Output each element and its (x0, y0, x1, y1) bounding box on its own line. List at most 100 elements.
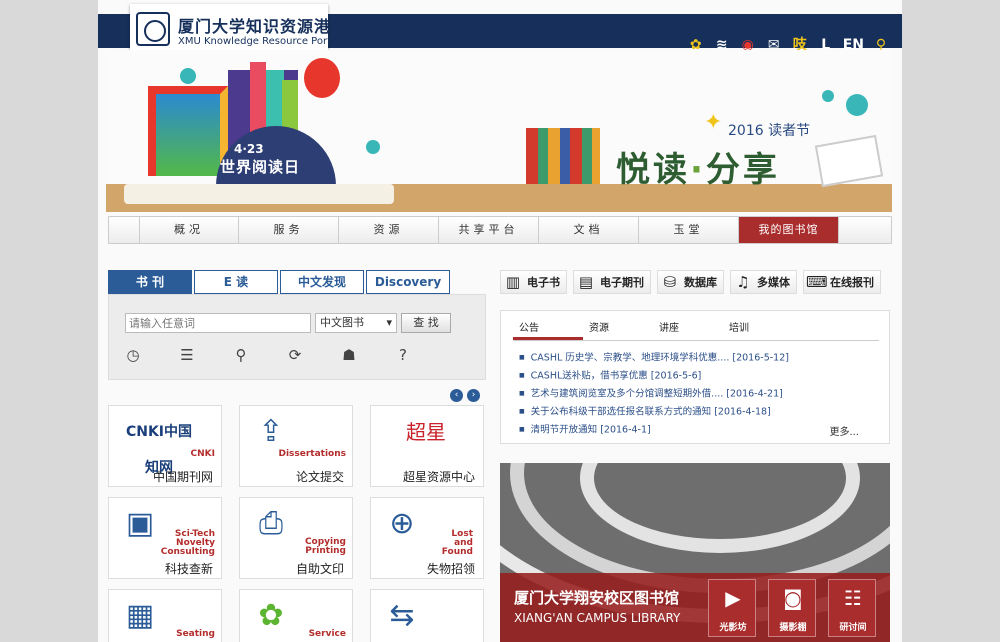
site-logo[interactable]: 厦门大学知识资源港 XMU Knowledge Resource Portal (130, 4, 340, 56)
list-icon[interactable]: ☰ (179, 347, 195, 363)
tab-resources[interactable]: 资源 (583, 321, 653, 340)
notice-item[interactable]: CASHL送补贴，借书享优惠 [2016-5-6] (519, 367, 879, 385)
nav-item-documents[interactable]: 文档 (539, 217, 639, 243)
campus-photo[interactable]: 厦门大学翔安校区图书馆 XIANG'AN CAMPUS LIBRARY ▶ 光影坊… (500, 463, 890, 642)
service-tile-en: CNKI (190, 449, 215, 459)
search-input[interactable] (125, 313, 311, 333)
banner-event: 世界阅读日 (220, 158, 301, 176)
notice-item[interactable]: CASHL 历史学、宗教学、地理环境学科优惠.... [2016-5-12] (519, 349, 879, 367)
service-tile-lost-found[interactable]: ⊕ Lost and Found 失物招领 (370, 497, 484, 579)
search-button[interactable]: 查 找 (401, 313, 451, 333)
service-tile-en: Service (308, 629, 346, 639)
service-tile-en: Lost and Found (441, 529, 473, 557)
service-tile-vpn[interactable]: ⇆ (370, 589, 484, 642)
service-tile-printing[interactable]: ⎙ Copying Printing 自助文印 (239, 497, 353, 579)
prev-arrow-icon[interactable]: ‹ (450, 389, 463, 402)
notebook-illustration (814, 134, 884, 188)
resource-ejournals[interactable]: ▤ 电子期刊 (573, 270, 651, 294)
search-tabs: 书 刊 E 读 中文发现 Discovery (108, 270, 486, 294)
photo-button-studio[interactable]: ▶ 光影坊 (708, 579, 756, 637)
decor-dot (366, 140, 380, 154)
resource-multimedia[interactable]: ♫ 多媒体 (730, 270, 797, 294)
service-tile-online-service[interactable]: ✿ Service (239, 589, 353, 642)
resource-types: ▥ 电子书 ▤ 电子期刊 ⛁ 数据库 ♫ 多媒体 ⌨ 在线报刊 (500, 270, 881, 294)
music-icon: ♫ (736, 273, 750, 291)
camera-icon: ◙ (783, 586, 803, 610)
service-tile-en: Copying Printing (304, 537, 346, 556)
service-tile-en: Sci-Tech Novelty Consulting (160, 529, 215, 557)
resource-online-newspapers[interactable]: ⌨ 在线报刊 (803, 270, 881, 294)
lost-found-icon: ⊕ (389, 506, 415, 541)
slogan-dot: · (690, 150, 706, 190)
tab-e-reading[interactable]: E 读 (194, 270, 278, 294)
tab-announcements[interactable]: 公告 (513, 321, 583, 340)
search-panel: 中文图书 查 找 ◷ ☰ ⚲ ⟳ ☗ ? (108, 294, 486, 380)
tile-pager: ‹ › (450, 389, 480, 402)
banner-date: 4·23 (234, 142, 264, 156)
banner-slogan: 悦读·分享 (616, 142, 780, 191)
service-tile-novelty[interactable]: ▣ Sci-Tech Novelty Consulting 科技查新 (108, 497, 222, 579)
photo-button-seminar-room[interactable]: ☷ 研讨间 (828, 579, 876, 637)
tab-chinese-discovery[interactable]: 中文发现 (280, 270, 364, 294)
database-icon: ⛁ (663, 273, 677, 291)
service-tile-en: Dissertations (278, 449, 346, 459)
nav-item-overview[interactable]: 概况 (139, 217, 239, 243)
service-tile-cn: 自助文印 (295, 562, 344, 576)
film-icon: ▶ (725, 586, 741, 610)
service-tile-cnki[interactable]: CNKI中国知网 CNKI 中国期刊网 (108, 405, 222, 487)
notice-list: CASHL 历史学、宗教学、地理环境学科优惠.... [2016-5-12] C… (519, 349, 879, 439)
nav-item-sharing-platform[interactable]: 共享平台 (439, 217, 539, 243)
search-type-select[interactable]: 中文图书 (315, 313, 397, 333)
service-tile-cn: 超星资源中心 (402, 470, 475, 484)
tab-books[interactable]: 书 刊 (108, 270, 192, 294)
book-icon: ▥ (505, 273, 521, 291)
slogan-part-b: 分享 (705, 150, 780, 190)
service-tile-cn: 科技查新 (164, 562, 213, 576)
tab-lectures[interactable]: 讲座 (653, 321, 723, 340)
cnki-logo: CNKI中国知网 (125, 424, 193, 476)
user-icon[interactable]: ☗ (341, 347, 357, 363)
balloon-illustration (304, 58, 340, 98)
search-tools: ◷ ☰ ⚲ ⟳ ☗ ? (125, 347, 411, 363)
vpn-monitor-icon: ⇆ (389, 598, 415, 633)
tab-training[interactable]: 培训 (723, 321, 793, 340)
meeting-icon: ☷ (844, 586, 862, 610)
resource-label: 在线报刊 (830, 276, 874, 289)
notice-item[interactable]: 艺术与建筑阅览室及多个分馆调整短期外借.... [2016-4-21] (519, 385, 879, 403)
service-tile-cn: 中国期刊网 (152, 470, 213, 484)
service-tile-chaoxing[interactable]: 超星 超星资源中心 (370, 405, 484, 487)
search-box: 书 刊 E 读 中文发现 Discovery 中文图书 查 找 ◷ ☰ ⚲ ⟳ … (108, 270, 486, 380)
help-icon[interactable]: ? (395, 347, 411, 363)
notice-item[interactable]: 关于公布科级干部选任报名联系方式的通知 [2016-4-18] (519, 403, 879, 421)
nav-item-yutang[interactable]: 玉堂 (639, 217, 739, 243)
service-tile-seating[interactable]: ▦ Seating (108, 589, 222, 642)
tab-discovery[interactable]: Discovery (366, 270, 450, 294)
service-tile-en: Seating (176, 629, 215, 639)
rainbow-illustration (148, 86, 228, 176)
upload-tray-icon: ⇪ (258, 414, 284, 449)
resource-ebooks[interactable]: ▥ 电子书 (500, 270, 567, 294)
clock-icon[interactable]: ◷ (125, 347, 141, 363)
photo-title-cn: 厦门大学翔安校区图书馆 (514, 589, 680, 607)
nav-item-resources[interactable]: 资源 (339, 217, 439, 243)
photo-button-photo-studio[interactable]: ◙ 摄影棚 (768, 579, 816, 637)
nav-item-my-library[interactable]: 我的图书馆 (739, 217, 839, 243)
university-seal-icon (136, 12, 170, 46)
open-book-illustration (124, 184, 394, 204)
star-icon: ✦ (704, 110, 723, 135)
service-tile-dissertations[interactable]: ⇪ Dissertations 论文提交 (239, 405, 353, 487)
resource-databases[interactable]: ⛁ 数据库 (657, 270, 724, 294)
hero-banner[interactable]: 4·23 世界阅读日 ✦ 2016 读者节 悦读·分享 (106, 50, 892, 212)
wechat-icon: ✿ (258, 598, 284, 633)
refresh-icon[interactable]: ⟳ (287, 347, 303, 363)
next-arrow-icon[interactable]: › (467, 389, 480, 402)
resource-label: 多媒体 (757, 276, 790, 289)
photo-button-label: 光影坊 (719, 623, 747, 633)
notice-tabs: 公告 资源 讲座 培训 (513, 321, 879, 341)
newspaper-icon: ⌨ (806, 273, 828, 291)
nav-item-services[interactable]: 服务 (239, 217, 339, 243)
notice-item[interactable]: 清明节开放通知 [2016-4-1] (519, 421, 879, 439)
books-illustration (526, 128, 600, 184)
location-icon[interactable]: ⚲ (233, 347, 249, 363)
more-link[interactable]: 更多... (829, 423, 859, 438)
